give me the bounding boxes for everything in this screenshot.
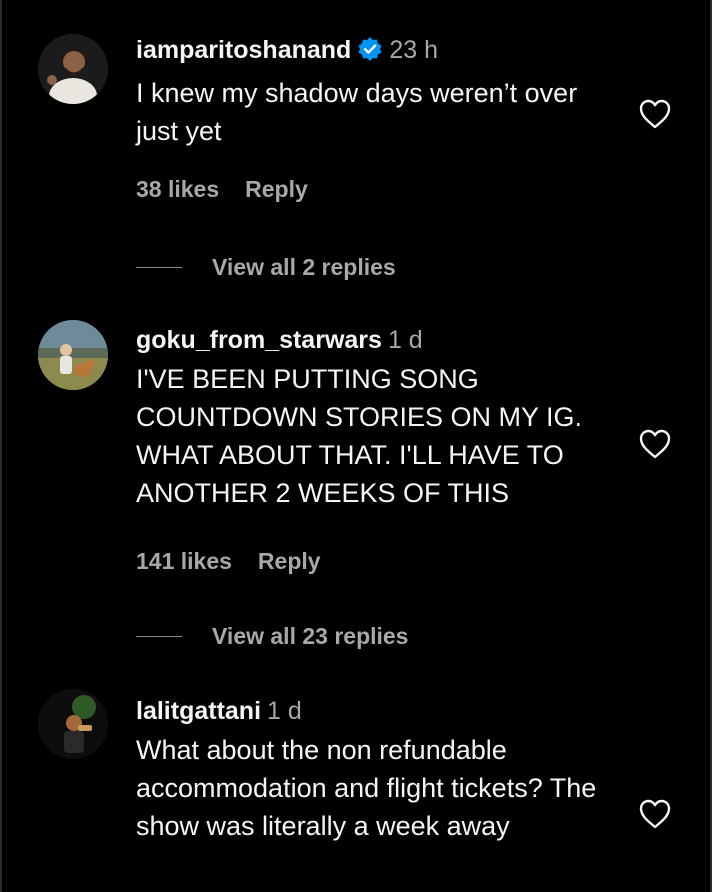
comment-username[interactable]: lalitgattani [136,697,261,725]
comment-timestamp: 23 h [389,36,438,64]
like-heart-icon[interactable] [638,798,672,830]
view-replies-label: View all 23 replies [212,622,409,649]
like-heart-icon[interactable] [638,428,672,460]
like-heart-icon[interactable] [638,98,672,130]
replies-divider-line [136,266,182,268]
replies-divider-line [136,635,182,637]
reply-button[interactable]: Reply [245,176,308,202]
avatar[interactable] [38,34,108,104]
avatar[interactable] [38,320,108,390]
avatar[interactable] [38,689,108,759]
view-replies-label: View all 2 replies [212,253,396,280]
comment-username[interactable]: goku_from_starwars [136,326,382,354]
comment-text: I'VE BEEN PUTTING SONG COUNTDOWN STORIES… [136,364,583,508]
comment-likes-count[interactable]: 38 likes [136,176,219,202]
comments-panel: iamparitoshanand 23 h I knew my shadow da… [0,0,712,892]
comment-text: I knew my shadow days weren’t over just … [136,78,578,146]
view-replies-button[interactable]: View all 2 replies [136,252,396,282]
view-replies-button[interactable]: View all 23 replies [136,621,408,651]
comment-username[interactable]: iamparitoshanand [136,36,351,64]
comment-timestamp: 1 d [387,326,423,354]
comment-timestamp: 1 d [267,697,302,725]
comment-likes-count[interactable]: 141 likes [136,548,232,574]
reply-button[interactable]: Reply [258,548,321,574]
comment-text: What about the non refundable accommodat… [136,735,597,841]
verified-badge-icon [357,36,383,70]
